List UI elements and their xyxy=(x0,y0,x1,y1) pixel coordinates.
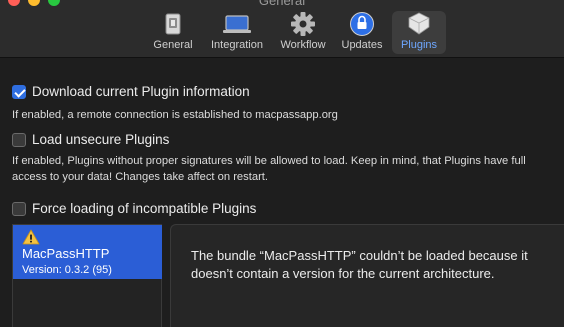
tab-label: Plugins xyxy=(400,39,438,51)
plugin-list-item[interactable]: MacPassHTTP Version: 0.3.2 (95) xyxy=(13,225,162,279)
plugin-detail-panel: The bundle “MacPassHTTP” couldn’t be loa… xyxy=(170,224,564,327)
plugins-icon xyxy=(404,11,434,37)
window-title: General xyxy=(258,0,306,8)
load-unsecure-plugins-description: If enabled, Plugins without proper signa… xyxy=(12,155,526,183)
updates-icon xyxy=(347,11,377,37)
tab-label: General xyxy=(153,39,193,51)
tab-label: Updates xyxy=(341,39,383,51)
force-incompatible-plugins-label: Force loading of incompatible Plugins xyxy=(32,201,257,216)
download-plugin-info-checkbox[interactable] xyxy=(12,84,26,99)
force-incompatible-plugins-option[interactable]: Force loading of incompatible Plugins xyxy=(12,201,256,216)
tab-general[interactable]: General xyxy=(150,11,196,54)
plugin-error-message: The bundle “MacPassHTTP” couldn’t be loa… xyxy=(191,248,528,281)
integration-icon xyxy=(222,11,252,37)
tab-updates[interactable]: Updates xyxy=(338,11,386,54)
tab-workflow[interactable]: Workflow xyxy=(276,11,330,54)
tab-label: Workflow xyxy=(280,39,326,51)
download-plugin-info-description: If enabled, a remote connection is estab… xyxy=(12,109,338,121)
preferences-toolbar: General General Integration Workflow Upd… xyxy=(0,0,564,58)
workflow-icon xyxy=(288,11,318,37)
plugin-name: MacPassHTTP xyxy=(22,246,110,261)
warning-icon xyxy=(22,229,40,245)
force-incompatible-plugins-checkbox[interactable] xyxy=(12,201,26,216)
tab-integration[interactable]: Integration xyxy=(206,11,268,54)
plugin-version: Version: 0.3.2 (95) xyxy=(22,264,112,276)
download-plugin-info-label: Download current Plugin information xyxy=(32,84,250,99)
general-icon xyxy=(158,11,188,37)
load-unsecure-plugins-option[interactable]: Load unsecure Plugins xyxy=(12,132,169,147)
download-plugin-info-option[interactable]: Download current Plugin information xyxy=(12,84,250,99)
tab-label: Integration xyxy=(211,39,263,51)
load-unsecure-plugins-label: Load unsecure Plugins xyxy=(32,132,170,147)
plugin-list[interactable]: MacPassHTTP Version: 0.3.2 (95) xyxy=(12,224,162,327)
tab-plugins[interactable]: Plugins xyxy=(392,11,446,54)
load-unsecure-plugins-checkbox[interactable] xyxy=(12,132,26,147)
